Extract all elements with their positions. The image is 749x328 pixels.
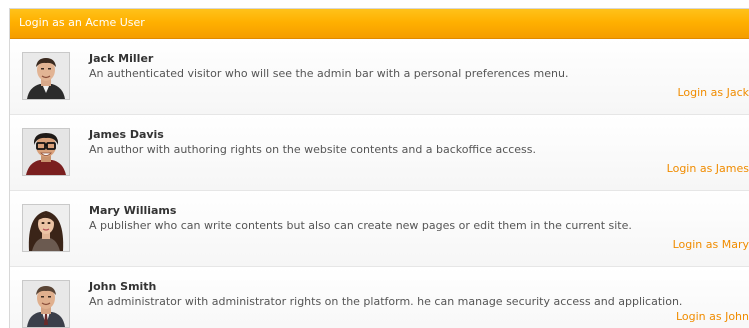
login-as-jack-link[interactable]: Login as Jack: [677, 86, 749, 99]
user-name: John Smith: [89, 280, 157, 293]
login-panel: Login as an Acme User Jack Miller An aut…: [9, 8, 749, 328]
user-avatar-photo-icon: [23, 281, 69, 327]
avatar: [22, 280, 70, 328]
user-avatar-photo-icon: [23, 53, 69, 99]
login-as-john-link[interactable]: Login as John: [676, 310, 749, 323]
user-list: Jack Miller An authenticated visitor who…: [10, 39, 749, 328]
login-as-james-link[interactable]: Login as James: [667, 162, 749, 175]
panel-title: Login as an Acme User: [19, 16, 145, 29]
avatar: [22, 128, 70, 176]
user-name: James Davis: [89, 128, 164, 141]
list-item: John Smith An administrator with adminis…: [10, 267, 749, 328]
list-item: James Davis An author with authoring rig…: [10, 115, 749, 191]
user-name: Jack Miller: [89, 52, 154, 65]
user-description: An administrator with administrator righ…: [89, 295, 683, 308]
panel-header: Login as an Acme User: [10, 9, 749, 39]
login-as-mary-link[interactable]: Login as Mary: [673, 238, 749, 251]
user-description: An authenticated visitor who will see th…: [89, 67, 569, 80]
user-description: An author with authoring rights on the w…: [89, 143, 537, 156]
list-item: Mary Williams A publisher who can write …: [10, 191, 749, 267]
user-name: Mary Williams: [89, 204, 177, 217]
avatar: [22, 52, 70, 100]
user-description: A publisher who can write contents but a…: [89, 219, 632, 232]
user-avatar-photo-icon: [23, 129, 69, 175]
user-avatar-photo-icon: [23, 205, 69, 251]
avatar: [22, 204, 70, 252]
list-item: Jack Miller An authenticated visitor who…: [10, 39, 749, 115]
